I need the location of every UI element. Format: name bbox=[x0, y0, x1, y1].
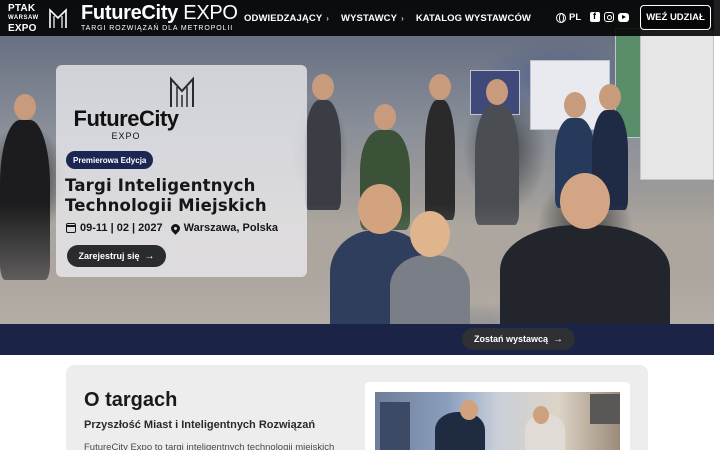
register-button[interactable]: Zarejestruj się → bbox=[67, 245, 166, 267]
nav-item-exhibitor-catalog[interactable]: KATALOG WYSTAWCÓW bbox=[416, 13, 531, 24]
about-title: O targach bbox=[84, 389, 178, 411]
globe-icon bbox=[556, 12, 566, 23]
chevron-right-icon: › bbox=[401, 13, 404, 23]
futurecity-mark-icon bbox=[170, 76, 194, 107]
register-button-label: Zarejestruj się bbox=[78, 251, 140, 261]
ptak-warsaw-expo-logo[interactable]: PTAK WARSAW EXPO bbox=[8, 3, 68, 34]
nav-item-label: ODWIEDZAJĄCY bbox=[244, 12, 323, 24]
hero-logo-expo: EXPO bbox=[111, 131, 141, 141]
top-navbar: PTAK WARSAW EXPO FutureCity EXPO TARGI R… bbox=[0, 0, 720, 36]
arrow-right-icon: → bbox=[144, 250, 155, 262]
become-exhibitor-button[interactable]: Zostań wystawcą → bbox=[462, 328, 575, 350]
visitor-figure bbox=[425, 74, 455, 220]
hero-logo-name: FutureCity bbox=[73, 106, 180, 131]
about-subtitle: Przyszłość Miast i Inteligentnych Rozwią… bbox=[84, 419, 316, 431]
brand-name-light: EXPO bbox=[183, 2, 238, 24]
ptak-mark-icon bbox=[49, 8, 67, 28]
brand-tagline: TARGI ROZWIĄZAŃ DLA METROPOLII bbox=[81, 25, 234, 32]
navy-band bbox=[0, 324, 714, 355]
event-location: Warszawa, Polska bbox=[183, 222, 278, 234]
visitor-figure bbox=[305, 74, 341, 210]
about-text: FutureCity Expo to targi inteligentnych … bbox=[84, 442, 335, 450]
nav-item-label: WYSTAWCY bbox=[341, 12, 398, 24]
language-label: PL bbox=[569, 12, 582, 23]
visitor-figure bbox=[390, 211, 470, 324]
facebook-icon[interactable] bbox=[590, 11, 600, 22]
location-pin-icon bbox=[168, 221, 182, 235]
nav-item-exhibitors[interactable]: WYSTAWCY › bbox=[341, 13, 404, 24]
language-switcher[interactable]: PL bbox=[556, 12, 581, 23]
calendar-icon bbox=[66, 223, 76, 233]
premiere-edition-badge: Premierowa Edycja bbox=[66, 151, 154, 169]
exhibition-booth bbox=[640, 30, 714, 180]
brand-name-bold: FutureCity bbox=[81, 2, 179, 24]
hero-logo: FutureCity EXPO bbox=[70, 106, 182, 142]
event-meta: 09-11 | 02 | 2027 Warszawa, Polska bbox=[66, 221, 278, 235]
become-exhibitor-label: Zostań wystawcą bbox=[473, 334, 549, 344]
nav-item-label: KATALOG WYSTAWCÓW bbox=[415, 12, 531, 24]
brand-name: FutureCity EXPO bbox=[81, 3, 238, 23]
nav-item-visitors[interactable]: ODWIEDZAJĄCY › bbox=[244, 13, 329, 24]
take-part-button[interactable]: WEŹ UDZIAŁ bbox=[640, 5, 711, 30]
instagram-icon[interactable] bbox=[604, 12, 614, 22]
event-date: 09-11 | 02 | 2027 bbox=[80, 222, 163, 234]
ptak-logo-line3: EXPO bbox=[8, 23, 37, 34]
ptak-logo-line1: PTAK bbox=[8, 3, 36, 14]
ptak-logo-line2: WARSAW bbox=[8, 15, 39, 21]
chevron-right-icon: › bbox=[326, 13, 330, 23]
hero-title: Targi Inteligentnych Technologii Miejski… bbox=[65, 176, 267, 215]
main-nav: ODWIEDZAJĄCY › WYSTAWCY › KATALOG WYSTAW… bbox=[244, 0, 543, 36]
visitor-figure bbox=[500, 173, 670, 324]
youtube-icon[interactable] bbox=[618, 13, 629, 22]
arrow-right-icon: → bbox=[553, 333, 564, 345]
futurecity-expo-logo[interactable]: FutureCity EXPO TARGI ROZWIĄZAŃ DLA METR… bbox=[81, 3, 238, 33]
about-photo bbox=[375, 392, 620, 450]
